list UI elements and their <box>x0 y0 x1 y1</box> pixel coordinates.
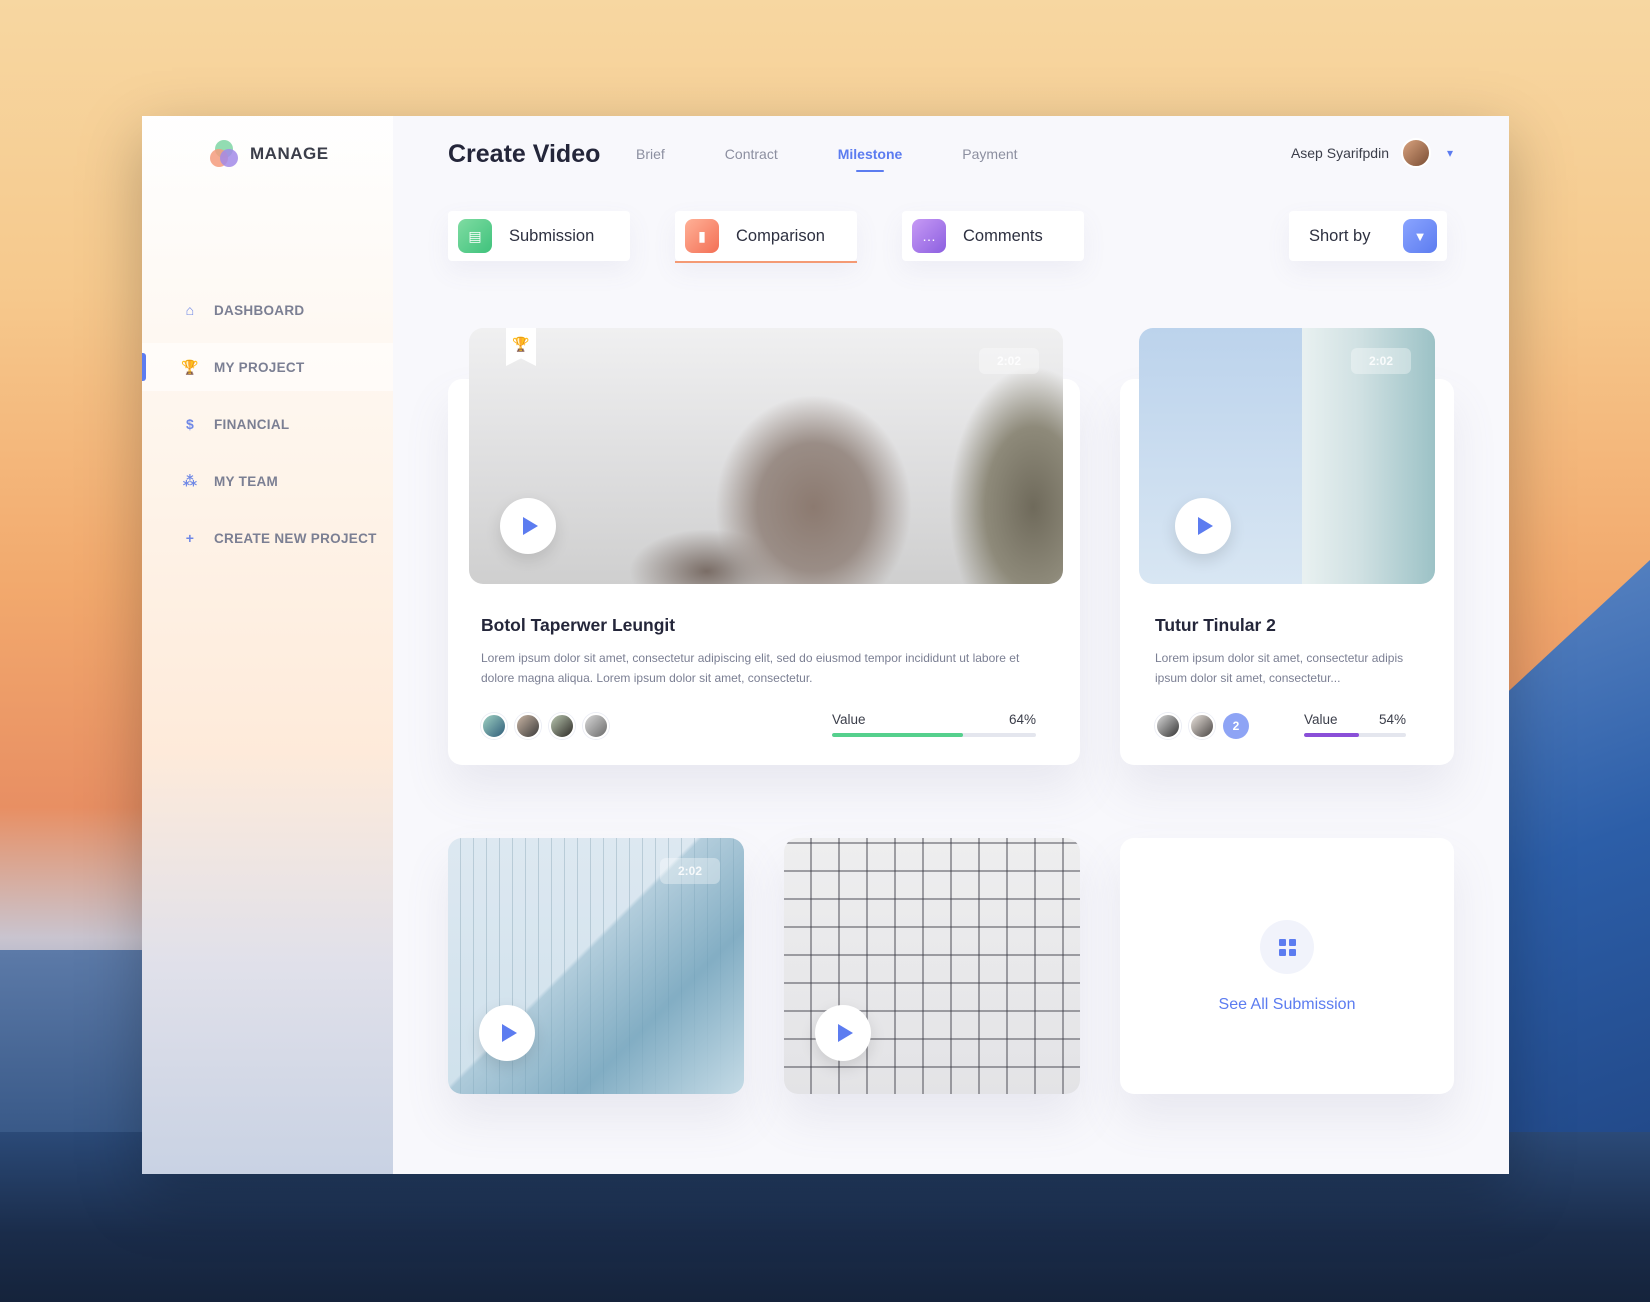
trophy-icon: 🏆 <box>506 328 536 366</box>
sidebar: MANAGE ⌂ DASHBOARD 🏆 MY PROJECT $ FINANC… <box>142 116 393 1174</box>
video-thumbnail[interactable]: 🏆 2:02 <box>469 328 1063 584</box>
card-description: Lorem ipsum dolor sit amet, consectetur … <box>481 651 1020 685</box>
sidebar-item-my-team[interactable]: ⁂ MY TEAM <box>142 457 393 505</box>
avatar[interactable] <box>549 713 575 739</box>
card-description: Lorem ipsum dolor sit amet, consectetur … <box>1155 651 1404 685</box>
sidebar-item-financial[interactable]: $ FINANCIAL <box>142 400 393 448</box>
duration-badge: 2:02 <box>979 348 1039 374</box>
card-title[interactable]: Tutur Tinular 2 <box>1155 615 1276 636</box>
avatar[interactable] <box>583 713 609 739</box>
progress: Value 64% <box>832 712 1036 737</box>
tab-contract[interactable]: Contract <box>725 146 778 172</box>
progress-percent: 64% <box>1008 712 1036 727</box>
progress: Value 54% <box>1304 712 1406 737</box>
filter-comments[interactable]: … Comments <box>902 211 1084 261</box>
team-avatars <box>481 713 609 739</box>
video-thumbnail[interactable]: 2:02 <box>1139 328 1435 584</box>
avatar[interactable] <box>1189 713 1215 739</box>
progress-fill <box>1304 733 1360 737</box>
main-content: Create Video Brief Contract Milestone Pa… <box>393 116 1509 1174</box>
play-button[interactable] <box>1175 498 1231 554</box>
sort-label: Short by <box>1309 226 1371 245</box>
sidebar-item-label: DASHBOARD <box>214 302 305 318</box>
user-name: Asep Syarifpdin <box>1290 145 1389 161</box>
play-button[interactable] <box>479 1005 535 1061</box>
document-icon: ▤ <box>458 219 492 253</box>
more-members-badge[interactable]: 2 <box>1223 713 1249 739</box>
sidebar-item-label: FINANCIAL <box>214 416 290 432</box>
sidebar-item-label: MY TEAM <box>214 473 279 489</box>
sort-dropdown[interactable]: Short by ▼ <box>1289 211 1447 261</box>
user-menu[interactable]: Asep Syarifpdin ▾ <box>1291 138 1457 168</box>
tab-bar: Brief Contract Milestone Payment <box>636 146 1018 172</box>
dollar-icon: $ <box>185 416 195 432</box>
avatar[interactable] <box>1155 713 1181 739</box>
progress-bar <box>1304 733 1406 737</box>
filter-label: Comparison <box>736 226 825 245</box>
filter-label: Submission <box>509 226 595 245</box>
sidebar-item-create-new-project[interactable]: + CREATE NEW PROJECT <box>142 514 393 562</box>
app-window: MANAGE ⌂ DASHBOARD 🏆 MY PROJECT $ FINANC… <box>142 116 1509 1174</box>
logo-text: MANAGE <box>250 144 329 163</box>
trophy-icon: 🏆 <box>181 358 199 375</box>
video-thumbnail[interactable]: 2:02 <box>448 838 744 1094</box>
sidebar-item-label: CREATE NEW PROJECT <box>214 530 377 546</box>
video-thumbnail[interactable] <box>784 838 1080 1094</box>
progress-bar <box>832 733 1036 737</box>
chevron-down-icon[interactable]: ▾ <box>1443 146 1457 160</box>
avatar[interactable] <box>481 713 507 739</box>
see-all-card[interactable]: See All Submission <box>1120 838 1454 1094</box>
sidebar-item-my-project[interactable]: 🏆 MY PROJECT <box>142 343 393 391</box>
filter-submission[interactable]: ▤ Submission <box>448 211 630 261</box>
grid-icon <box>1260 920 1314 974</box>
logo-mark-icon <box>210 140 238 168</box>
progress-label: Value <box>832 712 866 727</box>
sidebar-item-dashboard[interactable]: ⌂ DASHBOARD <box>142 286 393 334</box>
duration-badge: 2:02 <box>1351 348 1411 374</box>
bar-chart-icon: ▮ <box>685 219 719 253</box>
tab-milestone[interactable]: Milestone <box>838 146 902 172</box>
team-icon: ⁂ <box>182 472 198 489</box>
tab-brief[interactable]: Brief <box>636 146 665 172</box>
progress-label: Value <box>1304 712 1338 727</box>
play-button[interactable] <box>815 1005 871 1061</box>
card-title[interactable]: Botol Taperwer Leungit <box>481 615 675 636</box>
avatar[interactable] <box>515 713 541 739</box>
see-all-label: See All Submission <box>1218 996 1356 1013</box>
team-avatars: 2 <box>1155 713 1249 739</box>
plus-icon: + <box>185 530 195 546</box>
sidebar-nav: ⌂ DASHBOARD 🏆 MY PROJECT $ FINANCIAL ⁂ M… <box>142 286 393 571</box>
logo[interactable]: MANAGE <box>210 140 329 168</box>
filter-label: Comments <box>963 226 1043 245</box>
filter-comparison[interactable]: ▮ Comparison <box>675 211 857 263</box>
chevron-down-icon[interactable]: ▼ <box>1403 219 1437 253</box>
see-all-link[interactable]: See All Submission <box>1120 920 1454 1014</box>
page-title: Create Video <box>448 140 601 168</box>
home-icon: ⌂ <box>185 302 195 318</box>
progress-percent: 54% <box>1378 712 1406 727</box>
avatar <box>1401 138 1431 168</box>
filter-bar: ▤ Submission ▮ Comparison … Comments <box>448 211 1084 263</box>
play-button[interactable] <box>500 498 556 554</box>
duration-badge: 2:02 <box>660 858 720 884</box>
chat-icon: … <box>912 219 946 253</box>
tab-payment[interactable]: Payment <box>962 146 1017 172</box>
progress-fill <box>832 733 963 737</box>
sidebar-item-label: MY PROJECT <box>214 359 305 375</box>
